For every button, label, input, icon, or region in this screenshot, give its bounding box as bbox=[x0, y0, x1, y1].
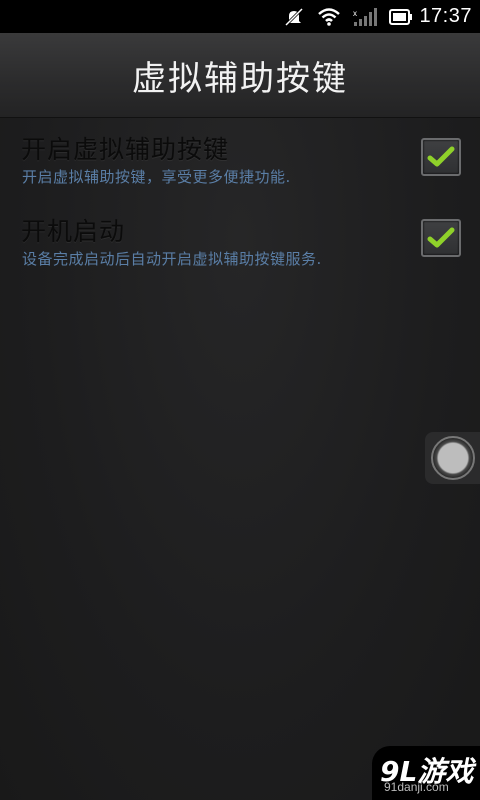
screen: x 17:37 虚拟辅助按键 开启虚拟辅助按键 开启虚拟辅助按键，享受更多便捷功… bbox=[0, 0, 480, 800]
watermark: 9L游戏 91danji.com bbox=[372, 746, 480, 800]
clock: 17:37 bbox=[419, 5, 472, 27]
wifi-icon bbox=[317, 7, 341, 27]
watermark-url: 91danji.com bbox=[384, 780, 449, 794]
battery-icon bbox=[389, 8, 413, 25]
check-icon bbox=[427, 146, 455, 167]
setting-title: 开启虚拟辅助按键 bbox=[21, 135, 230, 164]
svg-text:x: x bbox=[353, 9, 357, 18]
status-bar: x 17:37 bbox=[0, 0, 480, 33]
setting-summary: 设备完成启动后自动开启虚拟辅助按键服务. bbox=[22, 250, 322, 268]
assistive-touch-button[interactable] bbox=[425, 432, 480, 484]
start-on-boot-checkbox[interactable] bbox=[421, 219, 461, 257]
check-icon bbox=[427, 227, 455, 248]
setting-summary: 开启虚拟辅助按键，享受更多便捷功能. bbox=[22, 168, 291, 186]
enable-virtual-keys-checkbox[interactable] bbox=[421, 138, 461, 176]
no-notification-icon bbox=[283, 6, 305, 28]
setting-title: 开机启动 bbox=[21, 217, 126, 246]
setting-enable-virtual-keys[interactable]: 开启虚拟辅助按键 开启虚拟辅助按键，享受更多便捷功能. bbox=[0, 124, 480, 206]
assistive-touch-icon bbox=[430, 436, 475, 480]
signal-icon: x bbox=[353, 7, 378, 27]
page-title: 虚拟辅助按键 bbox=[132, 58, 348, 99]
title-bar: 虚拟辅助按键 bbox=[0, 33, 480, 118]
setting-start-on-boot[interactable]: 开机启动 设备完成启动后自动开启虚拟辅助按键服务. bbox=[0, 206, 480, 288]
